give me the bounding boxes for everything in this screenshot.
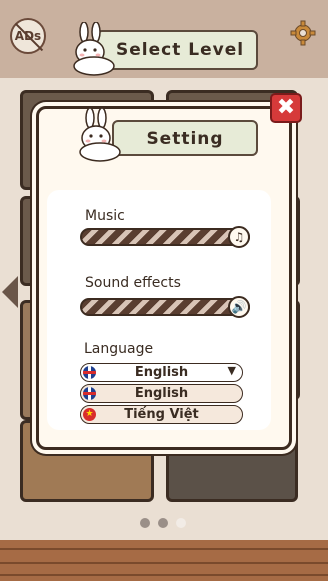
gear-icon[interactable]: [290, 20, 316, 46]
sound-effects-slider[interactable]: [80, 298, 250, 316]
music-volume-slider[interactable]: [80, 228, 250, 246]
sound-effects-label: Sound effects: [85, 275, 181, 291]
settings-title: Setting: [146, 129, 224, 149]
rabbit-icon: [79, 108, 121, 162]
language-option-label: Tiếng Việt: [124, 407, 199, 422]
language-label: Language: [84, 341, 154, 357]
close-button[interactable]: ✖: [270, 93, 302, 123]
rabbit-icon: [73, 22, 115, 76]
language-select[interactable]: English ▼: [80, 363, 243, 382]
page-dot-active[interactable]: [176, 518, 186, 528]
select-level-banner: Select Level: [96, 30, 258, 70]
selected-language: English: [134, 365, 189, 380]
close-icon: ✖: [276, 95, 296, 120]
music-label: Music: [85, 208, 125, 224]
remove-ads-button[interactable]: ADs: [10, 18, 46, 54]
speaker-icon[interactable]: 🔊: [228, 296, 250, 318]
language-option[interactable]: English: [80, 384, 243, 403]
previous-page-arrow-icon[interactable]: [2, 276, 18, 308]
settings-title-banner: Setting: [112, 120, 258, 156]
bottom-wood-bar: [0, 540, 328, 581]
select-level-title: Select Level: [116, 40, 245, 60]
language-option-label: English: [134, 386, 189, 401]
dropdown-arrow-icon: ▼: [227, 364, 236, 377]
music-note-icon[interactable]: ♫: [228, 226, 250, 248]
page-dot[interactable]: [158, 518, 168, 528]
page-dot[interactable]: [140, 518, 150, 528]
language-option[interactable]: ★ Tiếng Việt: [80, 405, 243, 424]
